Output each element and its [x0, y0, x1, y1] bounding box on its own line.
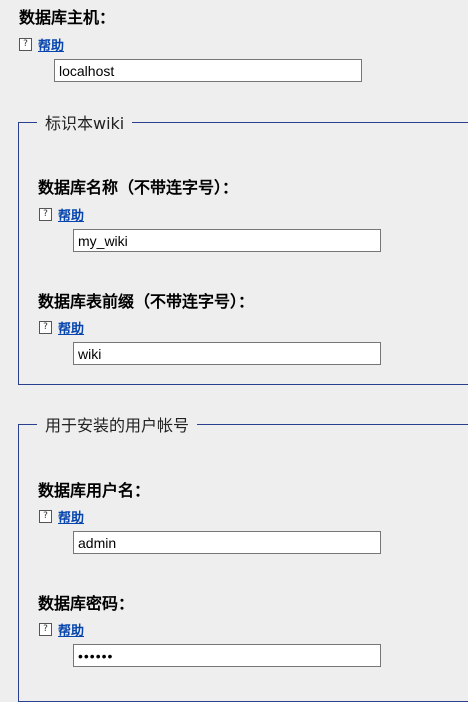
- db-name-input[interactable]: [73, 229, 381, 252]
- table-prefix-help-link[interactable]: 帮助: [58, 318, 84, 337]
- db-host-input[interactable]: [54, 59, 362, 82]
- wiki-identity-legend: 标识本wiki: [45, 114, 125, 133]
- help-icon: ?: [39, 509, 52, 523]
- db-password-input[interactable]: [73, 644, 381, 667]
- help-icon: ?: [39, 207, 52, 221]
- db-user-help: ? 帮助: [39, 507, 84, 526]
- db-user-label: 数据库用户名：: [38, 481, 151, 500]
- help-icon: ?: [39, 622, 52, 636]
- db-user-input[interactable]: [73, 531, 381, 554]
- table-prefix-label: 数据库表前缀（不带连字号）：: [38, 292, 255, 311]
- help-icon: ?: [39, 320, 52, 334]
- table-prefix-input[interactable]: [73, 342, 381, 365]
- db-password-label: 数据库密码：: [38, 594, 135, 613]
- db-password-help: ? 帮助: [39, 620, 84, 639]
- db-password-help-link[interactable]: 帮助: [58, 620, 84, 639]
- help-icon: ?: [19, 37, 32, 51]
- db-name-help-link[interactable]: 帮助: [58, 205, 84, 224]
- install-account-legend: 用于安装的用户帐号: [45, 416, 190, 435]
- db-host-label: 数据库主机：: [19, 8, 116, 27]
- db-name-help: ? 帮助: [39, 205, 84, 224]
- table-prefix-help: ? 帮助: [39, 318, 84, 337]
- db-name-label: 数据库名称（不带连字号）：: [38, 178, 239, 197]
- db-host-help: ? 帮助: [19, 35, 64, 54]
- db-user-help-link[interactable]: 帮助: [58, 507, 84, 526]
- db-host-help-link[interactable]: 帮助: [38, 35, 64, 54]
